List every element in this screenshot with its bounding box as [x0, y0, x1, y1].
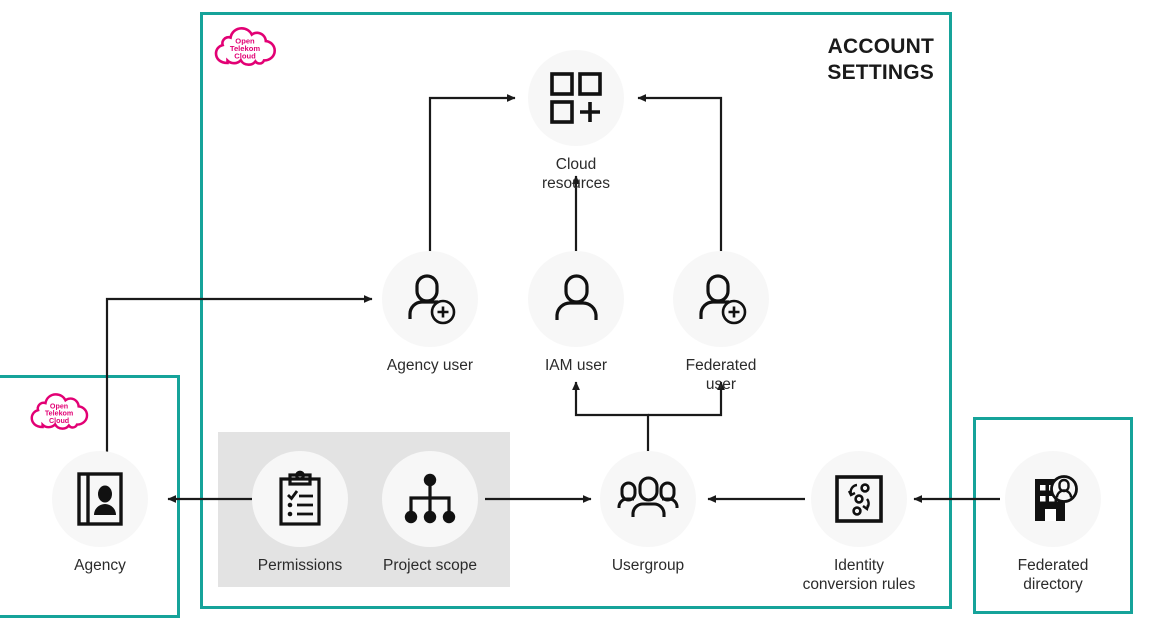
node-identity-conversion-rules[interactable]: Identity conversion rules	[784, 451, 934, 594]
grid-plus-icon	[528, 50, 624, 146]
user-icon	[528, 251, 624, 347]
users-group-icon	[600, 451, 696, 547]
diagram-canvas: ACCOUNT SETTINGS Open Telekom Cloud Open…	[0, 0, 1152, 630]
node-label: Federated directory	[1017, 557, 1089, 593]
node-permissions[interactable]: Permissions	[248, 451, 352, 575]
node-label: Agency user	[386, 357, 474, 374]
node-federated-directory[interactable]: Federated directory	[988, 451, 1118, 594]
node-iam-user[interactable]: IAM user	[524, 251, 628, 375]
open-telekom-cloud-logo: Open Telekom Cloud	[212, 22, 280, 75]
node-label: Cloud resources	[541, 156, 611, 192]
building-user-icon	[1005, 451, 1101, 547]
node-label: Permissions	[257, 557, 343, 574]
svg-text:Cloud: Cloud	[49, 417, 69, 425]
svg-text:Cloud: Cloud	[234, 52, 256, 61]
node-cloud-resources[interactable]: Cloud resources	[524, 50, 628, 193]
account-settings-title: ACCOUNT SETTINGS	[827, 35, 934, 84]
node-label: Usergroup	[611, 557, 685, 574]
conversion-rules-icon	[811, 451, 907, 547]
user-add-icon	[673, 251, 769, 347]
node-label: Project scope	[383, 557, 477, 574]
open-telekom-cloud-logo: Open Telekom Cloud	[28, 388, 92, 439]
node-label: Identity conversion rules	[802, 557, 916, 593]
clipboard-check-icon	[252, 451, 348, 547]
node-label: IAM user	[544, 357, 607, 374]
user-add-icon	[382, 251, 478, 347]
hierarchy-icon	[382, 451, 478, 547]
node-federated-user[interactable]: Federated user	[669, 251, 773, 394]
node-usergroup[interactable]: Usergroup	[596, 451, 700, 575]
node-agency-user[interactable]: Agency user	[378, 251, 482, 375]
node-agency[interactable]: Agency	[48, 451, 152, 575]
id-card-icon	[52, 451, 148, 547]
node-label: Agency	[74, 557, 126, 574]
node-label: Federated user	[685, 357, 757, 393]
node-project-scope[interactable]: Project scope	[378, 451, 482, 575]
